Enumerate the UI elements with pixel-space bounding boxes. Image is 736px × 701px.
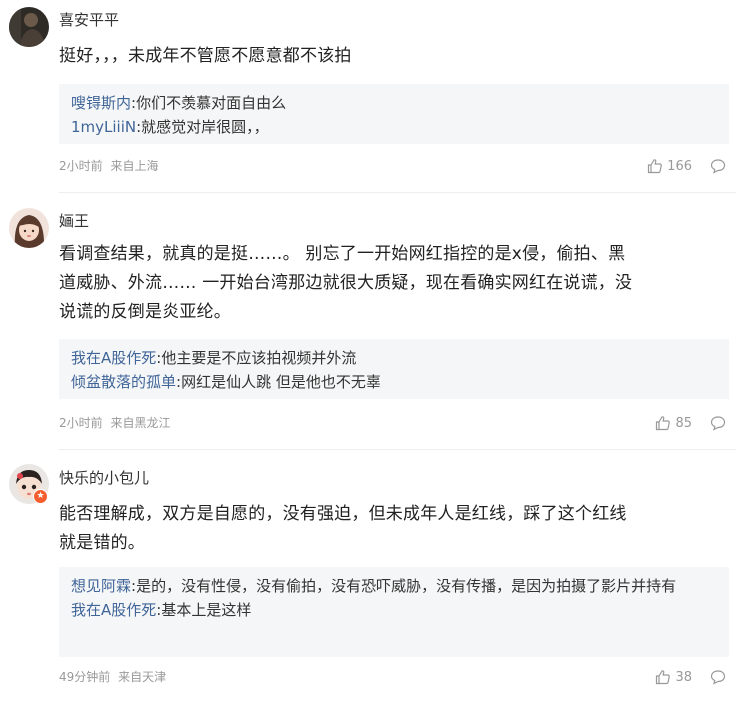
- comment-bubble-icon[interactable]: [710, 669, 726, 685]
- reply-username[interactable]: 嗖锝斯内: [71, 94, 131, 112]
- reply-item[interactable]: 我在A股作死:他主要是不应该拍视频并外流: [71, 346, 717, 370]
- reply-text: :网红是仙人跳 但是他也不无辜: [176, 373, 381, 391]
- like-count: 38: [675, 669, 692, 685]
- comment-actions: 38: [655, 667, 726, 687]
- comment-actions: 85: [655, 413, 726, 433]
- comment-item: ★ 快乐的小包儿 能否理解成，双方是自愿的，没有强迫，但未成年人是红线，踩了这个…: [0, 450, 736, 701]
- like-button[interactable]: 85: [655, 415, 692, 431]
- reply-username[interactable]: 倾盆散落的孤单: [71, 373, 176, 391]
- reply-item[interactable]: 倾盆散落的孤单:网红是仙人跳 但是他也不无辜: [71, 370, 717, 394]
- thumbs-up-icon: [656, 670, 671, 685]
- timestamp: 2小时前: [59, 416, 103, 430]
- username[interactable]: 快乐的小包儿: [59, 468, 149, 488]
- thumbs-up-icon: [648, 159, 663, 174]
- avatar[interactable]: [9, 7, 49, 47]
- comment-text: 能否理解成，双方是自愿的，没有强迫，但未成年人是红线，踩了这个红线 就是错的。: [59, 500, 729, 558]
- comment-text-line: 就是错的。: [59, 533, 145, 553]
- comment-meta: 49分钟前 来自天津: [59, 669, 166, 685]
- comment-actions: 166: [647, 156, 726, 176]
- comment-text-line: 说谎的反倒是炎亚纶。: [59, 302, 231, 322]
- location: 来自上海: [110, 159, 159, 173]
- username[interactable]: 婳王: [59, 211, 89, 231]
- comment-text-line: 看调查结果，就真的是挺……。 别忘了一开始网红指控的是x侵，偷拍、黑: [59, 244, 626, 264]
- username[interactable]: 喜安平平: [59, 10, 119, 30]
- comment-text-line: 道威胁、外流…… 一开始台湾那边就很大质疑，现在看确实网红在说谎，没: [59, 273, 633, 293]
- location: 来自天津: [118, 670, 167, 684]
- comment-text-line: 能否理解成，双方是自愿的，没有强迫，但未成年人是红线，踩了这个红线: [59, 504, 627, 524]
- reply-text: :你们不羡慕对面自由么: [131, 94, 287, 112]
- star-badge-icon: ★: [33, 489, 48, 504]
- reply-list[interactable]: 嗖锝斯内:你们不羡慕对面自由么 1myLiiiN:就感觉对岸很圆，，: [59, 84, 729, 144]
- reply-list[interactable]: 我在A股作死:他主要是不应该拍视频并外流 倾盆散落的孤单:网红是仙人跳 但是他也…: [59, 339, 729, 399]
- reply-username[interactable]: 我在A股作死: [71, 601, 156, 619]
- reply-username[interactable]: 1myLiiiN: [71, 118, 136, 136]
- avatar[interactable]: [9, 208, 49, 248]
- reply-username[interactable]: 我在A股作死: [71, 349, 156, 367]
- reply-text: :是的，没有性侵，没有偷拍，没有恐吓威胁，没有传播，是因为拍摄了影片并持有: [131, 577, 677, 595]
- thumbs-up-icon: [656, 416, 671, 431]
- comment-item: 喜安平平 挺好，，，未成年不管愿不愿意都不该拍 嗖锝斯内:你们不羡慕对面自由么 …: [0, 0, 736, 193]
- timestamp: 2小时前: [59, 159, 103, 173]
- timestamp: 49分钟前: [59, 670, 111, 684]
- reply-text: :就感觉对岸很圆，，: [136, 118, 269, 136]
- reply-item[interactable]: 想见阿霖:是的，没有性侵，没有偷拍，没有恐吓威胁，没有传播，是因为拍摄了影片并持…: [71, 574, 717, 598]
- like-button[interactable]: 166: [647, 158, 692, 174]
- like-count: 166: [667, 158, 692, 174]
- like-button[interactable]: 38: [655, 669, 692, 685]
- comment-bubble-icon[interactable]: [710, 158, 726, 174]
- reply-list[interactable]: 想见阿霖:是的，没有性侵，没有偷拍，没有恐吓威胁，没有传播，是因为拍摄了影片并持…: [59, 567, 729, 657]
- location: 来自黑龙江: [110, 416, 171, 430]
- comment-meta: 2小时前 来自黑龙江: [59, 415, 170, 431]
- comment-text: 挺好，，，未成年不管愿不愿意都不该拍: [59, 46, 352, 66]
- reply-item[interactable]: 嗖锝斯内:你们不羡慕对面自由么: [71, 91, 717, 115]
- comment-meta: 2小时前 来自上海: [59, 158, 158, 174]
- like-count: 85: [675, 415, 692, 431]
- reply-item[interactable]: 1myLiiiN:就感觉对岸很圆，，: [71, 115, 717, 139]
- reply-text: :他主要是不应该拍视频并外流: [156, 349, 357, 367]
- comment-bubble-icon[interactable]: [710, 415, 726, 431]
- comment-item: 婳王 看调查结果，就真的是挺……。 别忘了一开始网红指控的是x侵，偷拍、黑 道威…: [0, 193, 736, 450]
- reply-text: :基本上是这样: [156, 601, 252, 619]
- reply-username[interactable]: 想见阿霖: [71, 577, 131, 595]
- comment-text: 看调查结果，就真的是挺……。 别忘了一开始网红指控的是x侵，偷拍、黑 道威胁、外…: [59, 240, 729, 327]
- reply-item[interactable]: 我在A股作死:基本上是这样: [71, 598, 717, 622]
